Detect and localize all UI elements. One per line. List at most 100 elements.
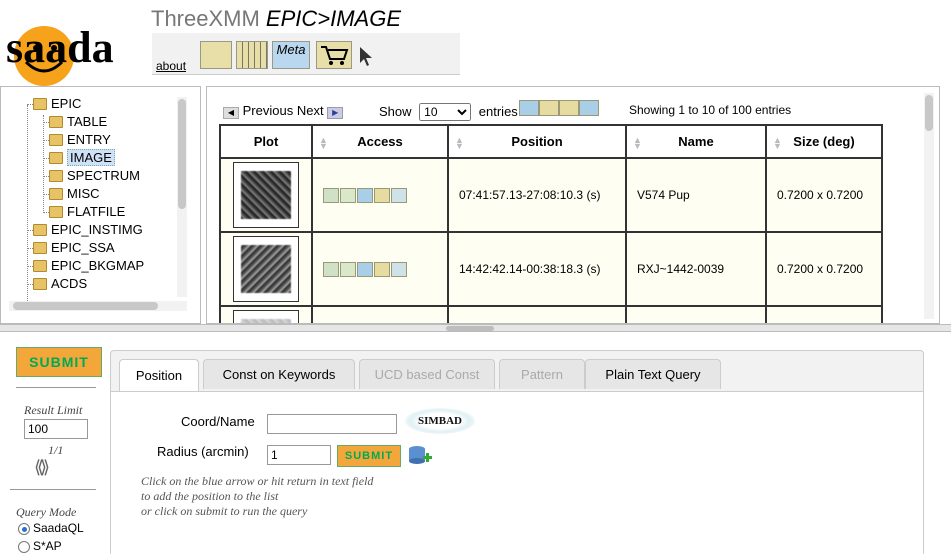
tree-item-label: IMAGE <box>67 149 115 166</box>
table-row[interactable] <box>219 305 883 323</box>
column-header-position[interactable]: ▲ ▼ Position <box>447 124 627 159</box>
plot-thumbnail[interactable] <box>233 162 299 228</box>
next-button[interactable]: Next <box>297 103 324 118</box>
plot-thumbnail[interactable] <box>233 236 299 302</box>
logo-text: saada <box>6 23 114 72</box>
add-to-list-icon[interactable] <box>407 442 433 468</box>
access-icons <box>311 231 449 307</box>
column-header-access[interactable]: ▲ ▼ Access <box>311 124 449 159</box>
name-cell: V574 Pup <box>625 157 767 233</box>
plot-thumbnail[interactable] <box>233 310 299 323</box>
column-header-name[interactable]: ▲ ▼ Name <box>625 124 767 159</box>
results-table: Plot ▲ ▼ Access ▲ ▼ Position ▲ ▼ Name ▲ ▼ Size (… <box>219 124 883 323</box>
info-icon[interactable] <box>340 187 356 203</box>
cart-icon[interactable] <box>316 41 352 69</box>
info-icon[interactable] <box>340 261 356 277</box>
mode-saadaql[interactable]: SaadaQL <box>18 521 84 535</box>
tree-item-image[interactable]: IMAGE <box>49 149 115 166</box>
meta-label: Meta <box>276 42 306 57</box>
radio-sap[interactable] <box>18 540 30 553</box>
mode-sap[interactable]: S*AP <box>18 539 62 553</box>
tree-item-label: ENTRY <box>67 132 111 147</box>
pane-splitter[interactable] <box>0 324 951 332</box>
cursor-icon[interactable] <box>358 45 374 67</box>
show-label: Show <box>379 104 412 119</box>
table-tools <box>519 99 599 116</box>
window-icon[interactable] <box>200 41 232 69</box>
coord-input[interactable] <box>267 414 397 434</box>
main-toolbar: about Meta <box>152 33 460 75</box>
table-access-icon[interactable] <box>323 187 339 203</box>
folder-icon <box>49 187 63 200</box>
page-size-select[interactable]: 10 <box>419 103 472 121</box>
table-access-icon[interactable] <box>323 261 339 277</box>
tab-const-on-keywords[interactable]: Const on Keywords <box>203 359 355 389</box>
tree-item-epic-bkgmap[interactable]: EPIC_BKGMAP <box>33 257 144 274</box>
radio-saadaql[interactable] <box>18 522 30 535</box>
tree-item-flatfile[interactable]: FLATFILE <box>49 203 125 220</box>
folder-icon <box>33 259 47 272</box>
collection-tree: EPIC TABLE ENTRY IMAGE SPECTRUM MISC FLATFILE E… <box>0 86 201 324</box>
entries-info: Showing 1 to 10 of 100 entries <box>629 103 792 117</box>
next-arrow-icon[interactable]: ▶ <box>327 107 344 119</box>
cart-access-icon[interactable] <box>374 261 390 277</box>
page-size-control: Show 10 entries <box>379 103 518 121</box>
position-cell: 07:41:57.13-27:08:10.3 (s) <box>447 157 627 233</box>
tree-item-table[interactable]: TABLE <box>49 113 107 130</box>
tree-item-acds[interactable]: ACDS <box>33 275 87 292</box>
print-icon[interactable] <box>559 99 579 116</box>
about-link[interactable]: about <box>156 59 186 73</box>
cart-icon-small[interactable] <box>539 99 559 116</box>
column-header-plot[interactable]: Plot <box>219 124 313 159</box>
tree-item-label: ACDS <box>51 276 88 291</box>
tree-item-epic-instimg[interactable]: EPIC_INSTIMG <box>33 221 143 238</box>
tree-item-misc[interactable]: MISC <box>49 185 100 202</box>
tree-item-spectrum[interactable]: SPECTRUM <box>49 167 140 184</box>
radius-input[interactable] <box>267 445 331 465</box>
entries-label: entries <box>478 104 518 119</box>
meta-icon[interactable]: Meta <box>272 41 310 69</box>
table-vertical-scrollbar[interactable] <box>924 93 934 319</box>
tree-vertical-scrollbar[interactable] <box>177 97 187 297</box>
tree-item-epic-ssa[interactable]: EPIC_SSA <box>33 239 115 256</box>
next-page-icon[interactable]: ⟫ <box>40 457 50 477</box>
table-row[interactable]: 14:42:42.14-00:38:18.3 (s) RXJ~1442-0039… <box>219 231 883 307</box>
previous-arrow-icon[interactable]: ◀ <box>223 107 239 119</box>
eye-access-icon[interactable] <box>391 261 407 277</box>
access-icons <box>311 157 449 233</box>
eye-access-icon[interactable] <box>391 187 407 203</box>
previous-button[interactable]: Previous <box>243 103 294 118</box>
filter-icon[interactable] <box>519 99 539 116</box>
tab-plain-text-query[interactable]: Plain Text Query <box>585 359 721 389</box>
tree-item-epic[interactable]: EPIC <box>33 95 81 112</box>
query-sidebar: SUBMIT Result Limit 1/1 ⟪⟫ Query Mode Sa… <box>0 333 108 556</box>
tree-item-entry[interactable]: ENTRY <box>49 131 111 148</box>
results-pane: ◀ Previous Next ▶ Show 10 entries Showin… <box>206 86 940 324</box>
table-icon[interactable] <box>236 41 268 69</box>
cart-access-icon[interactable] <box>374 187 390 203</box>
tree-horizontal-scrollbar[interactable] <box>9 301 187 311</box>
size-cell: 0.7200 x 0.7200 <box>765 157 883 233</box>
filter-access-icon[interactable] <box>357 261 373 277</box>
app-name: ThreeXMM <box>151 6 260 31</box>
tab-position[interactable]: Position <box>119 359 199 391</box>
folder-icon <box>49 151 63 164</box>
query-mode-label: Query Mode <box>16 505 77 519</box>
folder-icon <box>49 205 63 218</box>
folder-icon <box>33 277 47 290</box>
column-header-size[interactable]: ▲ ▼ Size (deg) <box>765 124 883 159</box>
table-row[interactable]: 07:41:57.13-27:08:10.3 (s) V574 Pup 0.72… <box>219 157 883 233</box>
tree-item-label: MISC <box>67 186 100 201</box>
result-limit-input[interactable] <box>24 419 88 439</box>
position-submit-button[interactable]: SUBMIT <box>337 445 401 467</box>
radius-label: Radius (arcmin) <box>157 444 249 459</box>
simbad-logo[interactable]: SIMBAD <box>405 408 475 434</box>
folder-icon <box>33 223 47 236</box>
tree-item-label: TABLE <box>67 114 108 129</box>
submit-button[interactable]: SUBMIT <box>16 347 102 377</box>
name-cell: RXJ~1442-0039 <box>625 231 767 307</box>
filter-access-icon[interactable] <box>357 187 373 203</box>
eye-icon[interactable] <box>579 99 599 116</box>
tree-item-label: EPIC_BKGMAP <box>51 258 145 273</box>
page-navigation: ⟪⟫ <box>34 457 50 478</box>
